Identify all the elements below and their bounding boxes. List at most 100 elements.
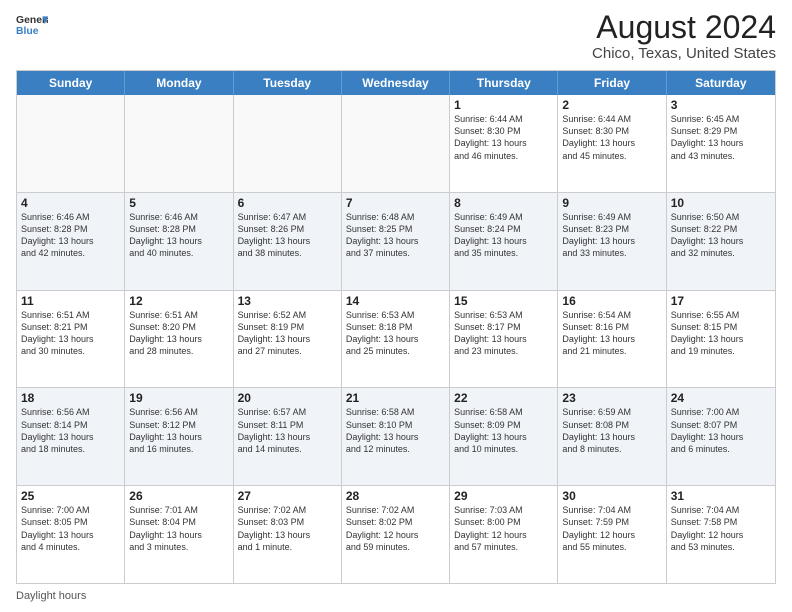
- day-number: 11: [21, 294, 120, 308]
- day-number: 9: [562, 196, 661, 210]
- day-number: 10: [671, 196, 771, 210]
- calendar-cell: 18Sunrise: 6:56 AM Sunset: 8:14 PM Dayli…: [17, 388, 125, 485]
- day-info: Sunrise: 6:53 AM Sunset: 8:17 PM Dayligh…: [454, 309, 553, 358]
- header-day-tuesday: Tuesday: [234, 71, 342, 95]
- day-number: 12: [129, 294, 228, 308]
- day-info: Sunrise: 6:51 AM Sunset: 8:20 PM Dayligh…: [129, 309, 228, 358]
- day-number: 8: [454, 196, 553, 210]
- day-info: Sunrise: 6:49 AM Sunset: 8:24 PM Dayligh…: [454, 211, 553, 260]
- day-number: 30: [562, 489, 661, 503]
- day-number: 23: [562, 391, 661, 405]
- day-number: 19: [129, 391, 228, 405]
- day-number: 31: [671, 489, 771, 503]
- calendar-cell: 28Sunrise: 7:02 AM Sunset: 8:02 PM Dayli…: [342, 486, 450, 583]
- calendar-cell: 29Sunrise: 7:03 AM Sunset: 8:00 PM Dayli…: [450, 486, 558, 583]
- day-info: Sunrise: 6:46 AM Sunset: 8:28 PM Dayligh…: [129, 211, 228, 260]
- day-number: 18: [21, 391, 120, 405]
- calendar-cell: 2Sunrise: 6:44 AM Sunset: 8:30 PM Daylig…: [558, 95, 666, 192]
- day-number: 25: [21, 489, 120, 503]
- day-info: Sunrise: 7:03 AM Sunset: 8:00 PM Dayligh…: [454, 504, 553, 553]
- day-info: Sunrise: 6:50 AM Sunset: 8:22 PM Dayligh…: [671, 211, 771, 260]
- header: General Blue August 2024 Chico, Texas, U…: [16, 10, 776, 62]
- day-info: Sunrise: 6:59 AM Sunset: 8:08 PM Dayligh…: [562, 406, 661, 455]
- calendar-header: SundayMondayTuesdayWednesdayThursdayFrid…: [17, 71, 775, 95]
- calendar-cell: 1Sunrise: 6:44 AM Sunset: 8:30 PM Daylig…: [450, 95, 558, 192]
- calendar-cell: 15Sunrise: 6:53 AM Sunset: 8:17 PM Dayli…: [450, 291, 558, 388]
- day-info: Sunrise: 7:04 AM Sunset: 7:59 PM Dayligh…: [562, 504, 661, 553]
- day-number: 20: [238, 391, 337, 405]
- logo: General Blue: [16, 10, 48, 42]
- day-info: Sunrise: 7:02 AM Sunset: 8:02 PM Dayligh…: [346, 504, 445, 553]
- day-number: 28: [346, 489, 445, 503]
- calendar-cell: [342, 95, 450, 192]
- day-number: 24: [671, 391, 771, 405]
- calendar-row-1: 4Sunrise: 6:46 AM Sunset: 8:28 PM Daylig…: [17, 192, 775, 290]
- page-subtitle: Chico, Texas, United States: [592, 45, 776, 62]
- header-day-thursday: Thursday: [450, 71, 558, 95]
- calendar-cell: [125, 95, 233, 192]
- day-number: 6: [238, 196, 337, 210]
- day-info: Sunrise: 7:00 AM Sunset: 8:07 PM Dayligh…: [671, 406, 771, 455]
- footer: Daylight hours: [16, 590, 776, 602]
- calendar-cell: 17Sunrise: 6:55 AM Sunset: 8:15 PM Dayli…: [667, 291, 775, 388]
- header-day-sunday: Sunday: [17, 71, 125, 95]
- header-day-friday: Friday: [558, 71, 666, 95]
- calendar-cell: 30Sunrise: 7:04 AM Sunset: 7:59 PM Dayli…: [558, 486, 666, 583]
- calendar-cell: 4Sunrise: 6:46 AM Sunset: 8:28 PM Daylig…: [17, 193, 125, 290]
- calendar-cell: 3Sunrise: 6:45 AM Sunset: 8:29 PM Daylig…: [667, 95, 775, 192]
- calendar-cell: 7Sunrise: 6:48 AM Sunset: 8:25 PM Daylig…: [342, 193, 450, 290]
- day-info: Sunrise: 6:44 AM Sunset: 8:30 PM Dayligh…: [454, 113, 553, 162]
- day-info: Sunrise: 6:55 AM Sunset: 8:15 PM Dayligh…: [671, 309, 771, 358]
- day-number: 2: [562, 98, 661, 112]
- day-info: Sunrise: 6:44 AM Sunset: 8:30 PM Dayligh…: [562, 113, 661, 162]
- calendar-cell: 22Sunrise: 6:58 AM Sunset: 8:09 PM Dayli…: [450, 388, 558, 485]
- day-info: Sunrise: 6:52 AM Sunset: 8:19 PM Dayligh…: [238, 309, 337, 358]
- calendar-cell: 16Sunrise: 6:54 AM Sunset: 8:16 PM Dayli…: [558, 291, 666, 388]
- calendar-cell: 19Sunrise: 6:56 AM Sunset: 8:12 PM Dayli…: [125, 388, 233, 485]
- day-info: Sunrise: 7:02 AM Sunset: 8:03 PM Dayligh…: [238, 504, 337, 553]
- logo-icon: General Blue: [16, 10, 48, 42]
- calendar-cell: 11Sunrise: 6:51 AM Sunset: 8:21 PM Dayli…: [17, 291, 125, 388]
- day-info: Sunrise: 6:51 AM Sunset: 8:21 PM Dayligh…: [21, 309, 120, 358]
- day-info: Sunrise: 6:53 AM Sunset: 8:18 PM Dayligh…: [346, 309, 445, 358]
- day-number: 13: [238, 294, 337, 308]
- calendar-cell: 10Sunrise: 6:50 AM Sunset: 8:22 PM Dayli…: [667, 193, 775, 290]
- calendar-cell: [234, 95, 342, 192]
- calendar-cell: 13Sunrise: 6:52 AM Sunset: 8:19 PM Dayli…: [234, 291, 342, 388]
- calendar-cell: 8Sunrise: 6:49 AM Sunset: 8:24 PM Daylig…: [450, 193, 558, 290]
- day-info: Sunrise: 7:04 AM Sunset: 7:58 PM Dayligh…: [671, 504, 771, 553]
- calendar-cell: 24Sunrise: 7:00 AM Sunset: 8:07 PM Dayli…: [667, 388, 775, 485]
- calendar-cell: 31Sunrise: 7:04 AM Sunset: 7:58 PM Dayli…: [667, 486, 775, 583]
- header-day-saturday: Saturday: [667, 71, 775, 95]
- day-number: 16: [562, 294, 661, 308]
- calendar-body: 1Sunrise: 6:44 AM Sunset: 8:30 PM Daylig…: [17, 95, 775, 583]
- day-info: Sunrise: 7:01 AM Sunset: 8:04 PM Dayligh…: [129, 504, 228, 553]
- day-info: Sunrise: 6:54 AM Sunset: 8:16 PM Dayligh…: [562, 309, 661, 358]
- day-number: 3: [671, 98, 771, 112]
- day-number: 29: [454, 489, 553, 503]
- calendar-cell: 9Sunrise: 6:49 AM Sunset: 8:23 PM Daylig…: [558, 193, 666, 290]
- day-number: 7: [346, 196, 445, 210]
- calendar-cell: [17, 95, 125, 192]
- header-day-wednesday: Wednesday: [342, 71, 450, 95]
- calendar-row-0: 1Sunrise: 6:44 AM Sunset: 8:30 PM Daylig…: [17, 95, 775, 192]
- calendar-row-3: 18Sunrise: 6:56 AM Sunset: 8:14 PM Dayli…: [17, 387, 775, 485]
- day-number: 14: [346, 294, 445, 308]
- calendar-cell: 6Sunrise: 6:47 AM Sunset: 8:26 PM Daylig…: [234, 193, 342, 290]
- day-info: Sunrise: 6:46 AM Sunset: 8:28 PM Dayligh…: [21, 211, 120, 260]
- day-number: 4: [21, 196, 120, 210]
- day-info: Sunrise: 6:49 AM Sunset: 8:23 PM Dayligh…: [562, 211, 661, 260]
- calendar-cell: 21Sunrise: 6:58 AM Sunset: 8:10 PM Dayli…: [342, 388, 450, 485]
- calendar-cell: 23Sunrise: 6:59 AM Sunset: 8:08 PM Dayli…: [558, 388, 666, 485]
- day-info: Sunrise: 6:45 AM Sunset: 8:29 PM Dayligh…: [671, 113, 771, 162]
- day-number: 17: [671, 294, 771, 308]
- calendar-cell: 20Sunrise: 6:57 AM Sunset: 8:11 PM Dayli…: [234, 388, 342, 485]
- calendar-cell: 26Sunrise: 7:01 AM Sunset: 8:04 PM Dayli…: [125, 486, 233, 583]
- title-block: August 2024 Chico, Texas, United States: [592, 10, 776, 62]
- calendar-cell: 27Sunrise: 7:02 AM Sunset: 8:03 PM Dayli…: [234, 486, 342, 583]
- day-info: Sunrise: 6:57 AM Sunset: 8:11 PM Dayligh…: [238, 406, 337, 455]
- calendar-row-4: 25Sunrise: 7:00 AM Sunset: 8:05 PM Dayli…: [17, 485, 775, 583]
- day-number: 22: [454, 391, 553, 405]
- calendar-cell: 5Sunrise: 6:46 AM Sunset: 8:28 PM Daylig…: [125, 193, 233, 290]
- day-number: 5: [129, 196, 228, 210]
